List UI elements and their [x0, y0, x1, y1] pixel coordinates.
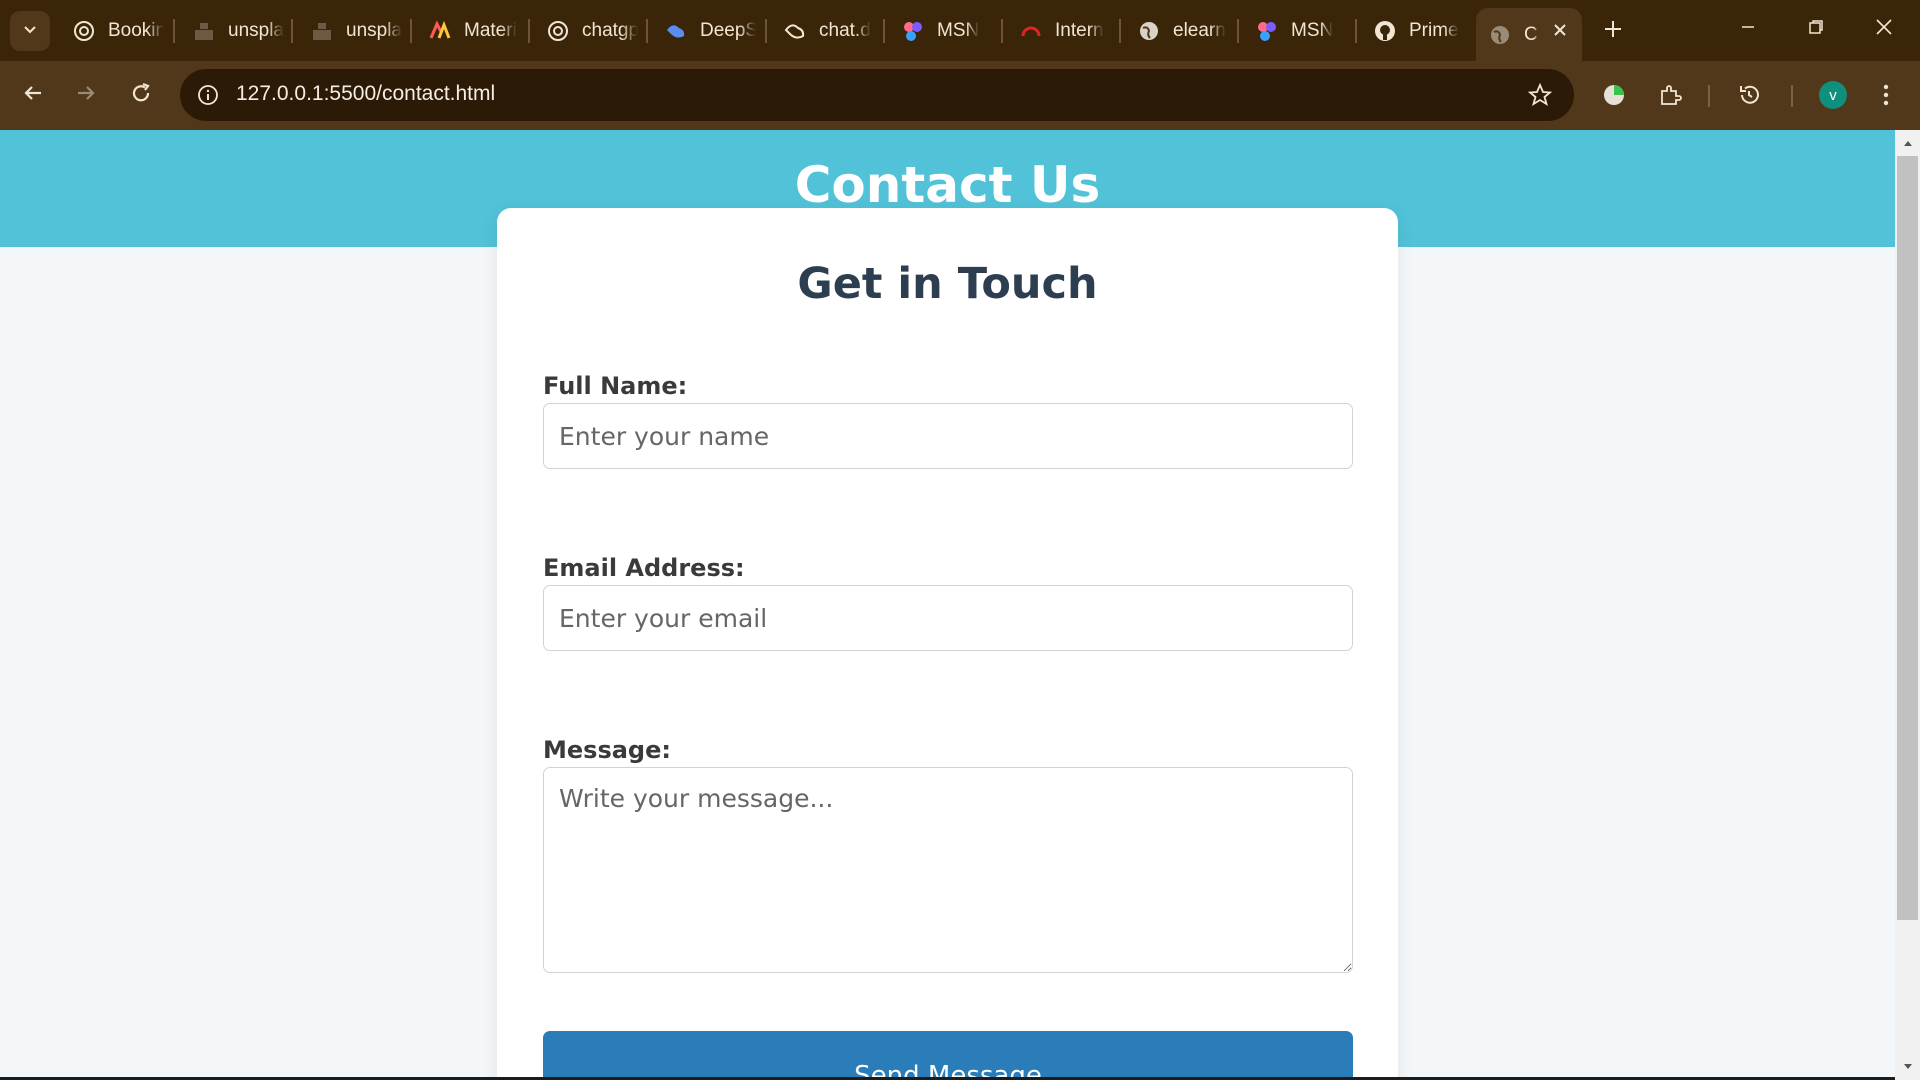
site-info-icon[interactable] [192, 79, 224, 111]
tab-contact-active[interactable]: C [1476, 8, 1582, 61]
restore-icon [1808, 19, 1824, 40]
deepseek-icon [664, 19, 688, 43]
scroll-up-arrow-icon[interactable] [1895, 134, 1920, 152]
tab-label: chatgp [582, 20, 638, 41]
tab-label: Bookin [108, 20, 164, 41]
tab-separator [410, 19, 412, 43]
globe-icon [1488, 23, 1512, 47]
tab-msn[interactable]: MSN [889, 10, 993, 52]
minimize-icon [1740, 19, 1756, 40]
globe-icon [1137, 19, 1161, 43]
message-textarea[interactable] [543, 767, 1353, 973]
close-tab-icon[interactable] [1548, 18, 1572, 42]
send-message-button[interactable]: Send Message [543, 1031, 1353, 1080]
tab-chatgpt[interactable]: chatgp [534, 10, 638, 52]
name-input[interactable] [543, 403, 1353, 469]
tab-strip: Bookin unspla unspla Materi chatgp DeepS… [0, 0, 1920, 61]
name-label: Full Name: [543, 372, 688, 400]
tab-search-button[interactable] [10, 11, 50, 51]
tab-label: MSN [937, 20, 980, 41]
tab-separator [528, 19, 530, 43]
email-input[interactable] [543, 585, 1353, 651]
toolbar-divider [1708, 85, 1710, 107]
close-window-button[interactable] [1850, 0, 1918, 58]
tab-separator [883, 19, 885, 43]
tab-label: chat.d [819, 20, 871, 41]
tab-label: Intern [1055, 20, 1104, 41]
forward-button[interactable] [66, 75, 106, 115]
page-title: Contact Us [794, 156, 1101, 214]
tab-material[interactable]: Materi [416, 10, 520, 52]
bookmark-star-icon[interactable] [1526, 81, 1554, 109]
github-icon [1373, 19, 1397, 43]
browser-toolbar: 127.0.0.1:5500/contact.html v [0, 61, 1920, 130]
deepseek-icon [783, 19, 807, 43]
openai-icon [72, 19, 96, 43]
page-viewport: Contact Us Get in Touch Full Name: Email… [0, 130, 1895, 1080]
back-button[interactable] [13, 75, 53, 115]
reload-button[interactable] [121, 75, 161, 115]
minimize-button[interactable] [1714, 0, 1782, 58]
tab-separator [1237, 19, 1239, 43]
tab-separator [1119, 19, 1121, 43]
close-icon [1875, 18, 1893, 41]
speedometer-icon [1019, 19, 1043, 43]
arrow-right-icon [75, 82, 97, 109]
profile-avatar[interactable]: v [1819, 81, 1847, 109]
tab-label: unspla [346, 20, 402, 41]
tab-label: unspla [228, 20, 284, 41]
openai-icon [546, 19, 570, 43]
msn-icon [1255, 19, 1279, 43]
scroll-thumb[interactable] [1897, 156, 1918, 920]
tab-chat-deepseek[interactable]: chat.d [771, 10, 875, 52]
tab-label: Materi [464, 20, 517, 41]
unsplash-icon [310, 19, 334, 43]
tab-separator [173, 19, 175, 43]
tab-separator [646, 19, 648, 43]
extensions-puzzle-icon[interactable] [1652, 77, 1688, 113]
tab-label: C [1524, 23, 1538, 45]
restore-button[interactable] [1782, 0, 1850, 58]
more-menu-icon[interactable] [1868, 77, 1904, 113]
plus-icon [1603, 19, 1623, 44]
tab-msn[interactable]: MSN [1243, 10, 1347, 52]
material-icon [428, 19, 452, 43]
extension-circle-icon[interactable] [1596, 77, 1632, 113]
profile-initial: v [1829, 86, 1837, 104]
contact-form-card: Get in Touch Full Name: Email Address: M… [497, 208, 1398, 1080]
tab-label: Prime [1409, 20, 1459, 41]
form-heading: Get in Touch [797, 259, 1098, 309]
scroll-down-arrow-icon[interactable] [1895, 1058, 1920, 1076]
message-label: Message: [543, 736, 671, 764]
msn-icon [901, 19, 925, 43]
history-icon[interactable] [1731, 77, 1767, 113]
unsplash-icon [192, 19, 216, 43]
arrow-left-icon [22, 82, 44, 109]
email-label: Email Address: [543, 554, 745, 582]
tab-deepseek[interactable]: DeepS [652, 10, 756, 52]
reload-icon [130, 82, 152, 109]
tab-unsplash[interactable]: unspla [180, 10, 284, 52]
tab-separator [1355, 19, 1357, 43]
tab-elearn[interactable]: elearn [1125, 10, 1229, 52]
tab-separator [1001, 19, 1003, 43]
page-scrollbar[interactable] [1895, 130, 1920, 1080]
url-text[interactable]: 127.0.0.1:5500/contact.html [236, 82, 495, 106]
tab-separator [291, 19, 293, 43]
tab-separator [765, 19, 767, 43]
toolbar-divider [1791, 85, 1793, 107]
tab-bookings[interactable]: Bookin [60, 10, 164, 52]
tab-github-prime[interactable]: Prime [1361, 10, 1465, 52]
tab-unsplash[interactable]: unspla [298, 10, 402, 52]
address-bar[interactable]: 127.0.0.1:5500/contact.html [180, 69, 1574, 121]
tab-internet-speed[interactable]: Intern [1007, 10, 1111, 52]
tab-label: MSN [1291, 20, 1334, 41]
tab-label: elearn [1173, 20, 1226, 41]
chevron-down-icon [22, 21, 38, 42]
new-tab-button[interactable] [1596, 14, 1630, 48]
tab-label: DeepS [700, 20, 756, 41]
